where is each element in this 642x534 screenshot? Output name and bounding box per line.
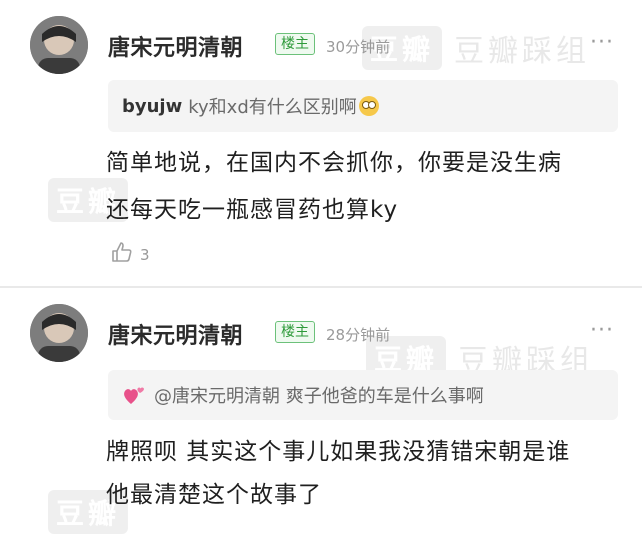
avatar-image	[30, 16, 88, 74]
quoted-username: byujw	[122, 95, 183, 117]
like-count: 3	[140, 246, 150, 264]
timestamp: 28分钟前	[326, 326, 391, 344]
timestamp: 30分钟前	[326, 38, 391, 56]
more-options-icon[interactable]: ···	[590, 320, 614, 342]
op-badge: 楼主	[275, 321, 315, 343]
quoted-text: @唐宋元明清朝 爽子他爸的车是什么事啊	[154, 386, 484, 407]
flushed-face-icon	[358, 96, 379, 116]
username[interactable]: 唐宋元明清朝	[108, 30, 243, 62]
comment-text-line: 还每天吃一瓶感冒药也算ky	[106, 197, 399, 223]
two-hearts-icon	[124, 387, 144, 404]
more-options-icon[interactable]: ···	[590, 32, 614, 54]
comment-text-line: 简单地说，在国内不会抓你，你要是没生病	[106, 150, 562, 176]
divider	[0, 286, 642, 288]
quoted-text: ky和xd有什么区别啊	[188, 97, 357, 118]
comment-text-line: 牌照呗 其实这个事儿如果我没猜错宋朝是谁	[106, 439, 571, 465]
quoted-reply[interactable]: @唐宋元明清朝 爽子他爸的车是什么事啊	[108, 370, 618, 420]
comment: 唐宋元明清朝 楼主 30分钟前 ··· byujw ky和xd有什么区别啊 简单…	[0, 0, 642, 290]
thumbs-up-icon	[112, 242, 132, 262]
op-badge: 楼主	[275, 33, 315, 55]
avatar-image	[30, 304, 88, 362]
avatar[interactable]	[30, 304, 88, 362]
username[interactable]: 唐宋元明清朝	[108, 318, 243, 350]
quoted-reply[interactable]: byujw ky和xd有什么区别啊	[108, 80, 618, 132]
like-button[interactable]: 3	[110, 240, 150, 264]
avatar[interactable]	[30, 16, 88, 74]
comment: 唐宋元明清朝 楼主 28分钟前 ··· @唐宋元明清朝 爽子他爸的车是什么事啊 …	[0, 290, 642, 526]
comment-text-line: 他最清楚这个故事了	[106, 482, 322, 508]
